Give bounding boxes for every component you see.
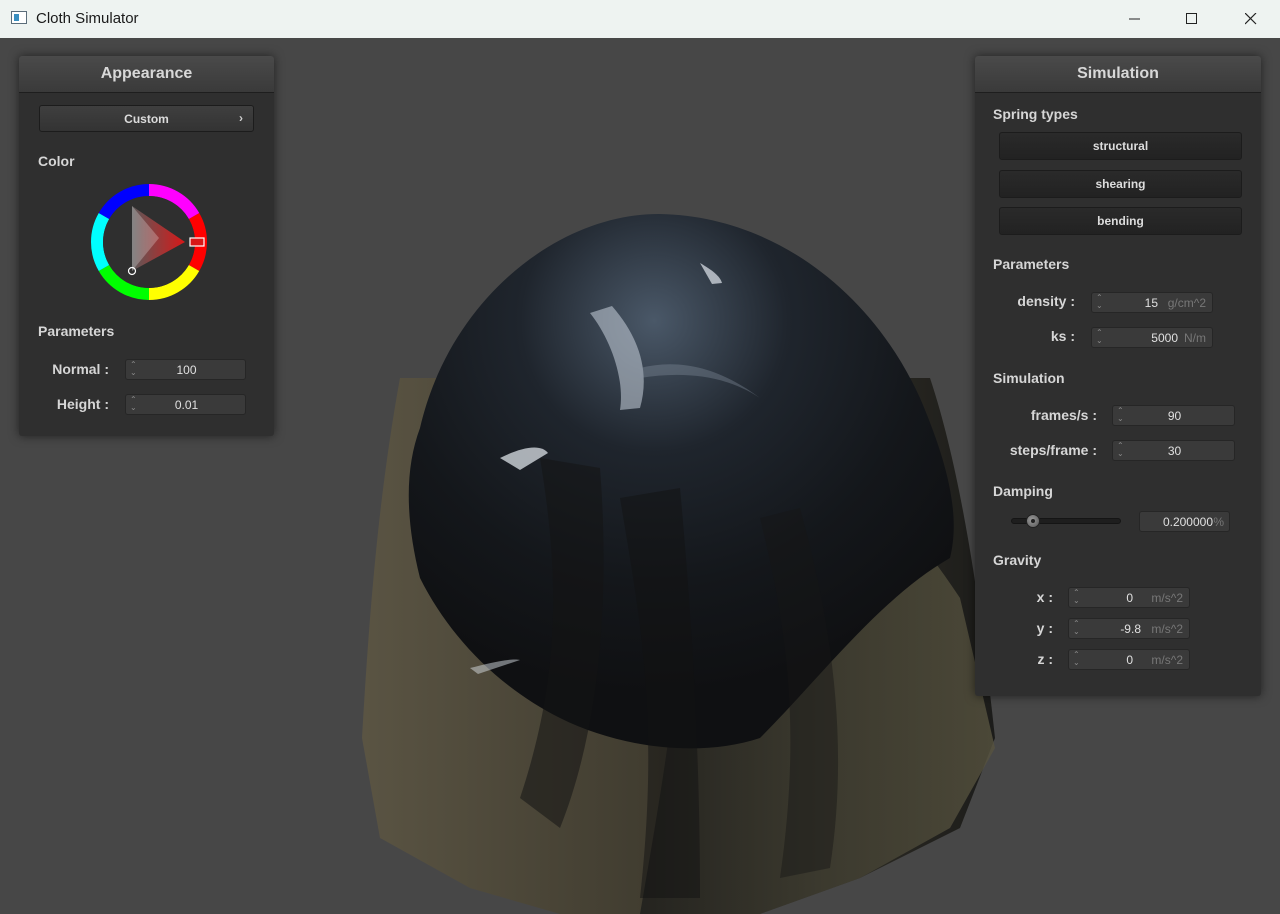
gravity-label: Gravity: [993, 552, 1042, 568]
close-button[interactable]: [1222, 0, 1280, 38]
spinner-icon[interactable]: ⌃ ⌄: [1096, 329, 1104, 347]
gravity-unit: m/s^2: [1151, 653, 1183, 667]
title-bar: Cloth Simulator: [0, 0, 1280, 39]
shearing-toggle-button[interactable]: shearing: [999, 170, 1242, 198]
spinner-icon[interactable]: ⌃ ⌄: [1073, 651, 1081, 669]
appearance-panel-title: Appearance: [19, 56, 274, 93]
chevron-right-icon: ›: [239, 111, 243, 125]
color-wheel[interactable]: [89, 182, 209, 302]
gravity-x-input[interactable]: ⌃ ⌄ 0 m/s^2: [1068, 587, 1190, 608]
gravity-unit: m/s^2: [1151, 622, 1183, 636]
color-section-label: Color: [38, 153, 75, 169]
preset-dropdown-button[interactable]: Custom ›: [39, 105, 254, 132]
bending-toggle-button[interactable]: bending: [999, 207, 1242, 235]
steps-input[interactable]: ⌃ ⌄ 30: [1112, 440, 1235, 461]
gravity-y-input[interactable]: ⌃ ⌄ -9.8 m/s^2: [1068, 618, 1190, 639]
structural-toggle-button[interactable]: structural: [999, 132, 1242, 160]
density-unit: g/cm^2: [1167, 296, 1206, 310]
normal-input[interactable]: ⌃ ⌄ 100: [125, 359, 246, 380]
simulation-panel-title: Simulation: [975, 56, 1261, 93]
gravity-z-input[interactable]: ⌃ ⌄ 0 m/s^2: [1068, 649, 1190, 670]
spinner-icon[interactable]: ⌃ ⌄: [1073, 620, 1081, 638]
minimize-button[interactable]: [1106, 0, 1164, 38]
preset-label: Custom: [124, 111, 169, 126]
ks-input[interactable]: ⌃ ⌄ 5000 N/m: [1091, 327, 1213, 348]
simulation-panel: Simulation Spring types structural shear…: [975, 56, 1261, 696]
close-icon: [1245, 13, 1257, 25]
density-label: density :: [1017, 293, 1075, 309]
appearance-panel: Appearance Custom › Color Parameters Nor: [19, 56, 274, 436]
gravity-x-label: x :: [1036, 589, 1053, 605]
simulation-section-label: Simulation: [993, 370, 1065, 386]
appearance-parameters-label: Parameters: [38, 323, 115, 339]
hue-marker[interactable]: [189, 237, 205, 247]
sim-parameters-label: Parameters: [993, 256, 1070, 272]
spring-types-label: Spring types: [993, 106, 1078, 122]
gravity-z-label: z :: [1037, 651, 1053, 667]
spinner-icon[interactable]: ⌃ ⌄: [1096, 294, 1104, 312]
density-input[interactable]: ⌃ ⌄ 15 g/cm^2: [1091, 292, 1213, 313]
window-title: Cloth Simulator: [36, 10, 139, 27]
fps-input[interactable]: ⌃ ⌄ 90: [1112, 405, 1235, 426]
maximize-button[interactable]: [1163, 0, 1221, 38]
fps-label: frames/s :: [1030, 407, 1097, 423]
steps-label: steps/frame :: [1009, 442, 1097, 458]
minimize-icon: [1129, 18, 1140, 20]
spinner-icon[interactable]: ⌃ ⌄: [1073, 589, 1081, 607]
maximize-icon: [1186, 13, 1197, 24]
damping-unit: %: [1213, 515, 1224, 529]
ks-label: ks :: [1050, 328, 1075, 344]
gravity-unit: m/s^2: [1151, 591, 1183, 605]
damping-label: Damping: [993, 483, 1053, 499]
ks-unit: N/m: [1184, 331, 1206, 345]
height-label: Height :: [56, 396, 109, 412]
height-input[interactable]: ⌃ ⌄ 0.01: [125, 394, 246, 415]
damping-slider-handle[interactable]: [1026, 514, 1040, 528]
app-icon: [11, 11, 27, 24]
normal-label: Normal :: [52, 361, 109, 377]
gravity-y-label: y :: [1036, 620, 1053, 636]
damping-input[interactable]: 0.200000 %: [1139, 511, 1230, 532]
